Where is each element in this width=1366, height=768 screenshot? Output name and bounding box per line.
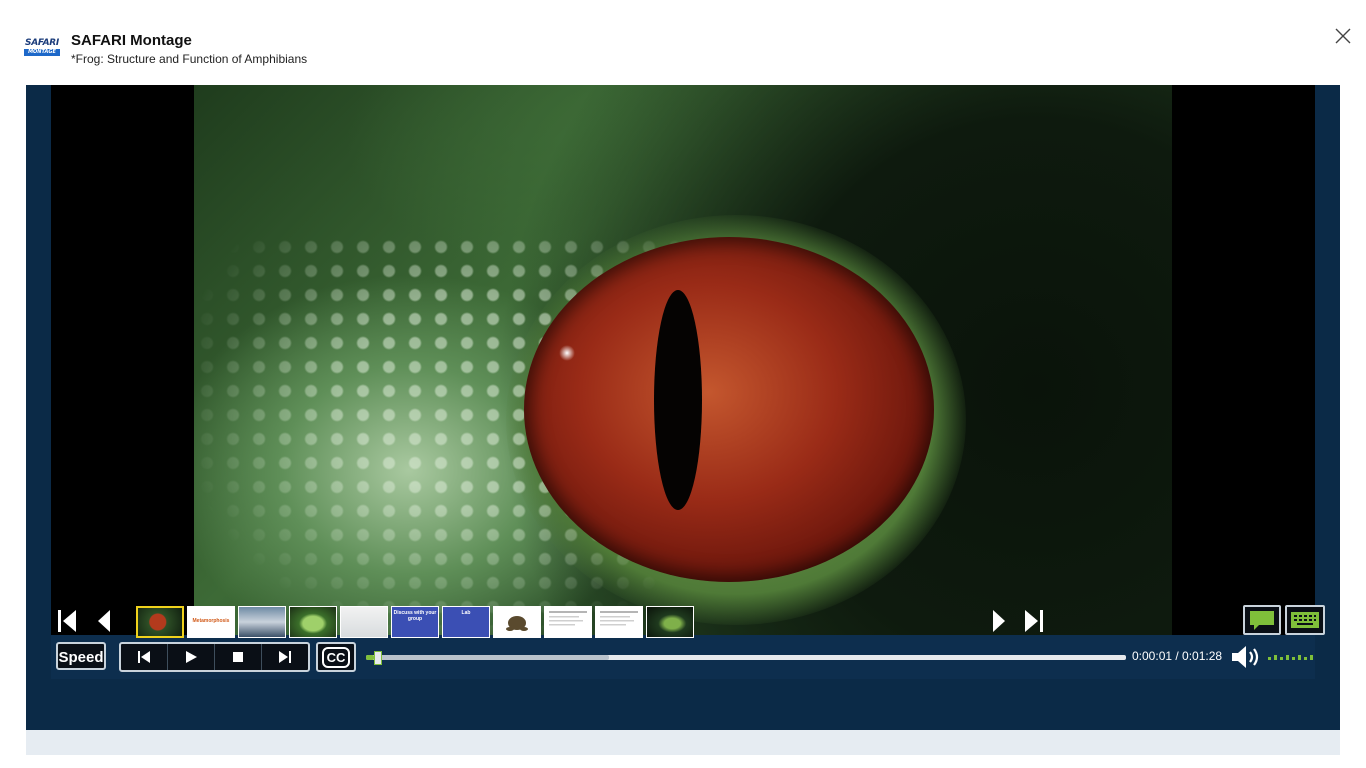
thumbnail-label: Discuss with your group	[393, 610, 437, 622]
playlist-thumbnail[interactable]	[136, 606, 184, 638]
keyboard-button[interactable]	[1285, 605, 1325, 635]
playlist-thumbnail[interactable]	[340, 606, 388, 638]
next-icon	[993, 610, 1005, 632]
playlist-thumbnail[interactable]	[595, 606, 643, 638]
volume-bar	[1274, 655, 1277, 660]
first-item-icon	[58, 610, 76, 632]
play-button[interactable]	[168, 644, 215, 670]
seek-bar[interactable]	[366, 651, 1126, 665]
chat-bubble-icon	[1250, 611, 1274, 630]
playlist-thumbnail[interactable]: Discuss with your group	[391, 606, 439, 638]
cc-icon: CC	[321, 646, 351, 668]
keyboard-icon	[1291, 612, 1319, 628]
volume-bar	[1304, 657, 1307, 660]
last-item-icon	[1025, 610, 1043, 632]
first-item-button[interactable]	[56, 607, 78, 635]
next-item-button[interactable]	[989, 607, 1009, 635]
stop-button[interactable]	[215, 644, 262, 670]
video-player: Speed CC 0:00:01 / 0:01:28 Metamorphosis…	[26, 85, 1340, 730]
document-preview-icon	[549, 611, 587, 626]
playlist-thumbnail[interactable]	[493, 606, 541, 638]
volume-bar	[1268, 657, 1271, 660]
frog-pupil	[654, 290, 702, 510]
played-fill	[366, 655, 375, 660]
skip-back-button[interactable]	[121, 644, 168, 670]
volume-bar	[1280, 657, 1283, 660]
closed-captions-button[interactable]: CC	[316, 642, 356, 672]
seek-handle[interactable]	[374, 651, 383, 665]
video-viewport[interactable]	[51, 85, 1315, 635]
playlist-thumbnail[interactable]: Lab	[442, 606, 490, 638]
close-icon[interactable]	[1333, 26, 1353, 46]
volume-bar	[1286, 655, 1289, 660]
frog-drawing-icon	[506, 616, 528, 631]
eye-glint	[559, 345, 575, 361]
thumbnail-label: Lab	[461, 610, 471, 616]
play-icon	[186, 651, 197, 663]
last-item-button[interactable]	[1023, 607, 1045, 635]
skip-forward-icon	[279, 651, 291, 663]
playlist-thumbnail[interactable]: Metamorphosis	[187, 606, 235, 638]
previous-item-button[interactable]	[94, 607, 114, 635]
footer-strip	[26, 730, 1340, 755]
playlist-thumbnail[interactable]	[289, 606, 337, 638]
transport-controls	[119, 642, 310, 672]
media-title: *Frog: Structure and Function of Amphibi…	[71, 52, 308, 66]
logo-top-text: SAFARI	[24, 38, 60, 49]
thumbnail-label: Metamorphosis	[192, 618, 230, 624]
control-bar: Speed CC 0:00:01 / 0:01:28	[51, 635, 1315, 679]
playlist-thumbnails: Metamorphosis Discuss with your group Lab	[136, 606, 694, 638]
frog-eye	[524, 237, 934, 582]
playlist-thumbnail[interactable]	[238, 606, 286, 638]
playlist-thumbnail[interactable]	[544, 606, 592, 638]
speaker-icon[interactable]	[1229, 643, 1263, 671]
stop-icon	[233, 652, 243, 662]
speed-button[interactable]: Speed	[56, 642, 106, 670]
previous-icon	[98, 610, 110, 632]
video-frame-frog-eye	[194, 85, 1172, 635]
volume-bar	[1298, 655, 1301, 660]
playlist-thumbnail[interactable]	[646, 606, 694, 638]
safari-montage-logo: SAFARI MONTAGE	[24, 38, 60, 56]
volume-level[interactable]	[1268, 655, 1313, 660]
app-title: SAFARI Montage	[71, 32, 192, 49]
skip-forward-button[interactable]	[262, 644, 308, 670]
volume-bar	[1292, 657, 1295, 660]
skip-back-icon	[138, 651, 150, 663]
time-display: 0:00:01 / 0:01:28	[1132, 649, 1223, 663]
chat-button[interactable]	[1243, 605, 1281, 635]
buffered-fill	[366, 655, 610, 660]
header-bar: SAFARI MONTAGE SAFARI Montage *Frog: Str…	[0, 0, 1366, 84]
volume-bar	[1310, 655, 1313, 660]
document-preview-icon	[600, 611, 638, 626]
logo-bottom-text: MONTAGE	[24, 49, 60, 56]
